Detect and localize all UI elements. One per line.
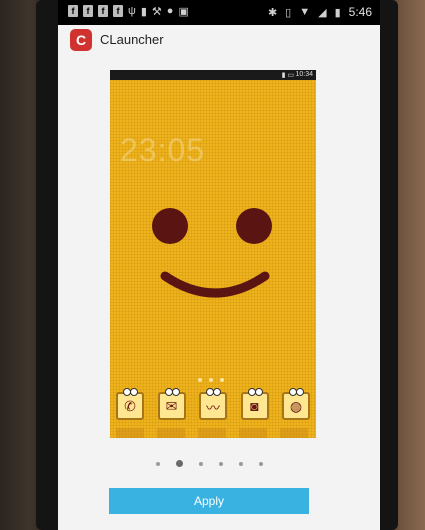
- preview-status-bar: ▮ ▭ 10:34: [110, 70, 316, 80]
- messages-icon: ✉: [157, 388, 186, 420]
- preview-clock: 23:05: [120, 132, 206, 168]
- status-time: 5:46: [348, 5, 372, 19]
- preview-page-indicator: [198, 378, 224, 382]
- preview-page-dot: [209, 378, 213, 382]
- facebook-icon: f: [68, 5, 78, 17]
- pager-dot[interactable]: [156, 461, 160, 466]
- pager-dot[interactable]: [219, 461, 223, 466]
- notification-icon: ▮: [140, 6, 147, 18]
- smiley-right-eye: [236, 208, 272, 244]
- droid-icon: ●: [166, 5, 174, 17]
- preview-dock-reflection: [116, 428, 310, 438]
- preview-page-dot: [220, 378, 224, 382]
- phone-icon: ✆: [116, 388, 144, 420]
- mustache-icon: 〰: [199, 388, 227, 420]
- smiley-left-eye: [152, 208, 188, 244]
- status-bar: f f f f ψ ▮ ⚒ ● ▣ ✱ ▯ ▼ ◢ ▮ 5:46: [58, 0, 380, 25]
- app-header: C CLauncher: [58, 25, 380, 55]
- preview-time: 10:34: [295, 71, 313, 78]
- app-title: CLauncher: [100, 32, 164, 47]
- pager-dot[interactable]: [239, 461, 243, 466]
- facebook-icon: f: [83, 5, 93, 17]
- device-screen: f f f f ψ ▮ ⚒ ● ▣ ✱ ▯ ▼ ◢ ▮ 5:46 C CLaun…: [58, 0, 380, 530]
- smiley-mouth: [160, 271, 270, 298]
- usb-icon: ψ: [128, 5, 136, 17]
- apply-button[interactable]: Apply: [109, 488, 309, 514]
- pager-dot[interactable]: [199, 461, 203, 466]
- signal-icon: ◢: [318, 6, 327, 19]
- bluetooth-icon: ✱: [267, 6, 278, 19]
- facebook-icon: f: [98, 5, 108, 17]
- battery-icon: ▮: [334, 6, 341, 19]
- pager-dot-active[interactable]: [176, 460, 183, 467]
- theme-preview[interactable]: ▮ ▭ 10:34 23:05 ✆ ✉ 〰 ◙ ◍: [110, 70, 316, 438]
- app-logo: C: [70, 29, 92, 51]
- notification-icons: f f f f ψ ▮ ⚒ ● ▣: [68, 5, 189, 18]
- theme-pager[interactable]: [156, 460, 263, 467]
- preview-page-dot: [198, 378, 202, 382]
- shop-icon: ▣: [178, 6, 189, 18]
- facebook-icon: f: [113, 5, 123, 17]
- tools-icon: ⚒: [151, 6, 162, 18]
- vibrate-icon: ▯: [285, 6, 292, 19]
- browser-icon: ◍: [282, 388, 310, 420]
- camera-icon: ◙: [240, 388, 269, 420]
- preview-dock: ✆ ✉ 〰 ◙ ◍: [116, 388, 310, 420]
- preview-signal-battery-icon: ▮ ▭: [281, 72, 294, 79]
- pager-dot[interactable]: [259, 461, 263, 466]
- wifi-icon: ▼: [299, 6, 311, 18]
